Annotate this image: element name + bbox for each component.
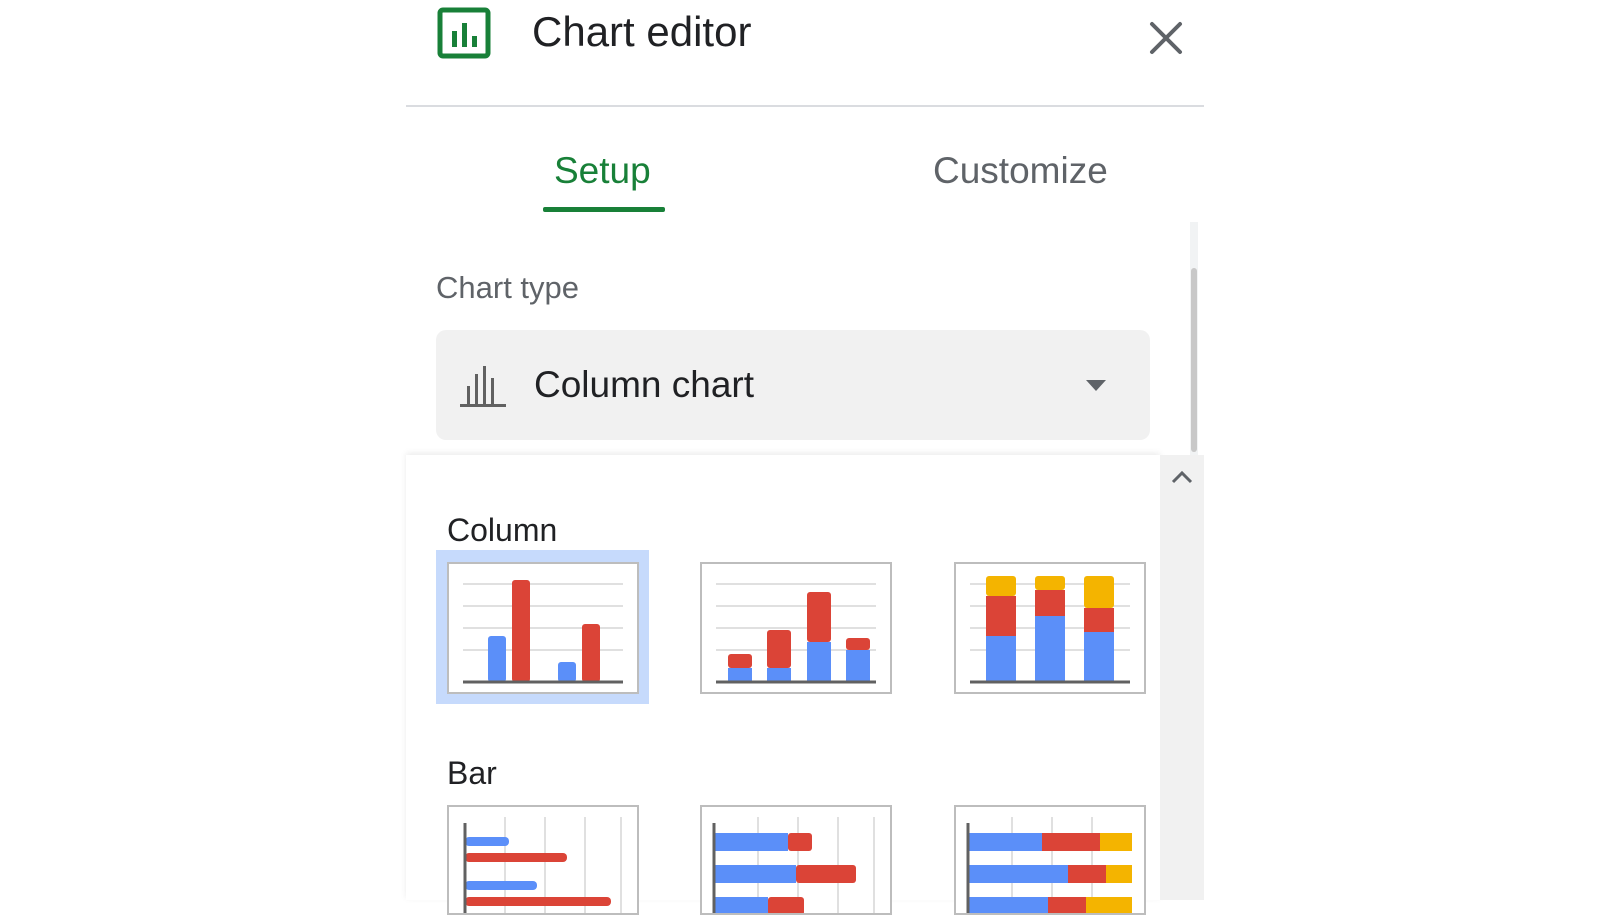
section-column-label: Column <box>447 512 558 548</box>
panel-scrollbar-thumb[interactable] <box>1191 268 1197 452</box>
stacked-column-chart-option[interactable] <box>700 562 892 694</box>
chart-type-value: Column chart <box>534 364 755 405</box>
active-tab-indicator <box>543 207 665 212</box>
tab-customize[interactable]: Customize <box>933 150 1108 192</box>
header-divider <box>406 105 1204 107</box>
column-chart-option[interactable] <box>447 562 639 694</box>
100-stacked-bar-chart-option[interactable] <box>954 805 1146 915</box>
section-bar-label: Bar <box>447 755 497 791</box>
chevron-up-icon[interactable] <box>1168 466 1196 488</box>
close-icon[interactable] <box>1142 14 1190 62</box>
stacked-bar-chart-option[interactable] <box>700 805 892 915</box>
column-chart-icon <box>458 364 508 408</box>
chart-type-label: Chart type <box>436 270 580 305</box>
dropdown-scrollbar[interactable] <box>1160 455 1204 900</box>
caret-down-icon <box>1084 378 1108 394</box>
chart-editor-icon <box>437 7 493 59</box>
bar-chart-option[interactable] <box>447 805 639 915</box>
panel-title: Chart editor <box>532 8 752 55</box>
chart-type-select[interactable]: Column chart <box>436 330 1150 440</box>
tab-setup[interactable]: Setup <box>554 150 651 192</box>
100-stacked-column-chart-option[interactable] <box>954 562 1146 694</box>
